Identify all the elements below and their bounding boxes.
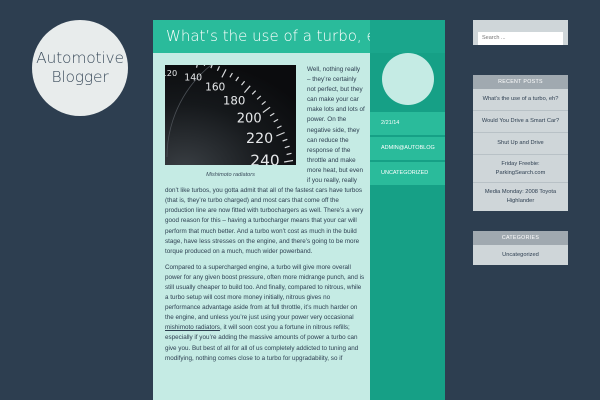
categories-widget: CATEGORIES Uncategorized — [473, 231, 568, 265]
speedometer-label: 140 — [184, 73, 202, 84]
speedometer-label: 240 — [250, 152, 279, 166]
sidebar: RECENT POSTS What’s the use of a turbo, … — [473, 20, 568, 265]
meta-top-band — [370, 20, 445, 53]
categories-list: Uncategorized — [473, 245, 568, 265]
categories-title: CATEGORIES — [473, 231, 568, 245]
search-input[interactable] — [478, 31, 563, 45]
mishimoto-radiators-link[interactable]: mishimoto radiators — [165, 324, 220, 331]
speedometer-label: 220 — [246, 131, 273, 147]
speedometer-label: 180 — [223, 94, 246, 108]
post-article: What’s the use of a turbo, eh? 100120140 — [153, 20, 370, 400]
speedometer-graphic: 100120140160180200220240 — [165, 65, 296, 165]
speedometer-image: 100120140160180200220240 — [165, 65, 296, 165]
author-avatar — [381, 53, 434, 105]
recent-post-link[interactable]: Shut Up and Drive — [473, 133, 568, 155]
recent-post-link[interactable]: Friday Freebie: ParkingSearch.com — [473, 155, 568, 183]
post-paragraph-2: Compared to a supercharged engine, a tur… — [165, 263, 365, 364]
search-widget — [473, 20, 568, 45]
recent-posts-title: RECENT POSTS — [473, 75, 568, 89]
post-meta-column: 2/21/14 ADMIN@AUTOBLOG UNCATEGORIZED — [370, 20, 445, 400]
site-logo[interactable]: Automotive Blogger — [32, 20, 128, 116]
post-title[interactable]: What’s the use of a turbo, eh? — [153, 20, 370, 53]
post-author[interactable]: ADMIN@AUTOBLOG — [370, 137, 445, 160]
post-paragraph-2-text: Compared to a supercharged engine, a tur… — [165, 263, 365, 322]
recent-posts-widget: RECENT POSTS What’s the use of a turbo, … — [473, 75, 568, 211]
recent-posts-list: What’s the use of a turbo, eh? Would You… — [473, 89, 568, 211]
speedometer-label: 120 — [165, 68, 177, 78]
site-title[interactable]: Automotive Blogger — [32, 49, 128, 87]
recent-post-link[interactable]: What’s the use of a turbo, eh? — [473, 89, 568, 111]
recent-post-link[interactable]: Media Monday: 2008 Toyota Highlander — [473, 183, 568, 211]
post-category[interactable]: UNCATEGORIZED — [370, 162, 445, 185]
image-caption: Mishimoto radiators — [206, 172, 255, 178]
post-date[interactable]: 2/21/14 — [370, 112, 445, 135]
speedometer-label: 200 — [237, 112, 262, 127]
post-figure: 100120140160180200220240 Mishimoto radia… — [165, 65, 296, 180]
post-body: 100120140160180200220240 Mishimoto radia… — [165, 65, 365, 370]
speedometer-label: 160 — [205, 81, 225, 93]
recent-post-link[interactable]: Would You Drive a Smart Car? — [473, 111, 568, 133]
category-link[interactable]: Uncategorized — [473, 245, 568, 265]
